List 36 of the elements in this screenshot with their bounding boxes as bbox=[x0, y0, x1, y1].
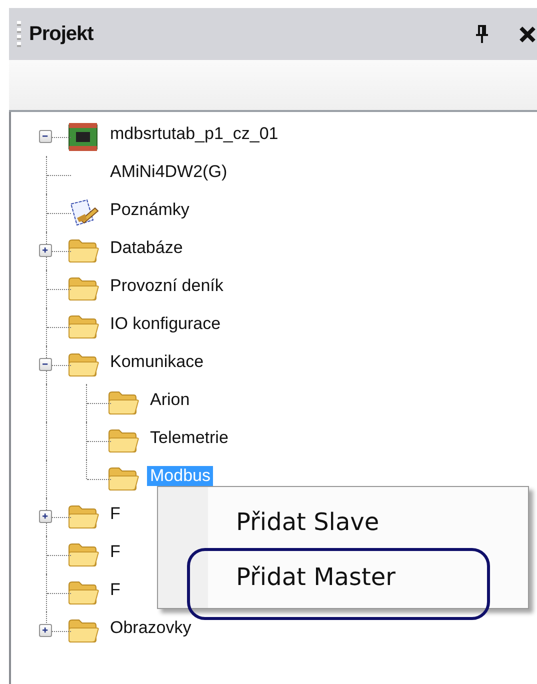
folder-icon bbox=[107, 390, 139, 416]
tree-item[interactable]: Provozní deník bbox=[107, 276, 226, 296]
collapse-button[interactable] bbox=[39, 130, 52, 143]
folder-icon bbox=[67, 504, 99, 530]
folder-icon bbox=[67, 618, 99, 644]
folder-icon bbox=[107, 466, 139, 492]
folder-icon bbox=[67, 238, 99, 264]
drag-grip-icon[interactable] bbox=[17, 21, 21, 47]
tree-item[interactable]: Obrazovky bbox=[107, 618, 194, 638]
close-icon[interactable] bbox=[519, 26, 536, 43]
circuit-board-icon bbox=[67, 122, 99, 152]
folder-icon bbox=[67, 352, 99, 378]
tree-item[interactable]: IO konfigurace bbox=[107, 314, 224, 334]
menu-item[interactable]: Přidat Master bbox=[236, 562, 396, 590]
tree-item[interactable]: AMiNi4DW2(G) bbox=[107, 162, 230, 182]
folder-icon bbox=[107, 428, 139, 454]
folder-icon bbox=[67, 314, 99, 340]
tree-item[interactable]: F bbox=[107, 580, 124, 600]
panel-title: Projekt bbox=[29, 22, 94, 46]
tree-item[interactable]: F bbox=[107, 542, 124, 562]
pin-icon[interactable] bbox=[475, 24, 489, 44]
folder-icon bbox=[67, 580, 99, 606]
expand-button[interactable] bbox=[39, 510, 52, 523]
collapse-button[interactable] bbox=[39, 358, 52, 371]
tree-item[interactable]: mdbsrtutab_p1_cz_01 bbox=[107, 124, 282, 144]
expand-button[interactable] bbox=[39, 244, 52, 257]
tree-item[interactable]: F bbox=[107, 504, 124, 524]
tree-item[interactable]: Databáze bbox=[107, 238, 186, 258]
tree-item[interactable]: Komunikace bbox=[107, 352, 207, 372]
folder-icon bbox=[67, 542, 99, 568]
menu-item[interactable]: Přidat Slave bbox=[236, 508, 380, 536]
tree-item[interactable]: Poznámky bbox=[107, 200, 192, 220]
tree-item[interactable]: Arion bbox=[147, 390, 193, 410]
tree-item[interactable]: Telemetrie bbox=[147, 428, 232, 448]
expand-button[interactable] bbox=[39, 624, 52, 637]
folder-icon bbox=[67, 276, 99, 302]
